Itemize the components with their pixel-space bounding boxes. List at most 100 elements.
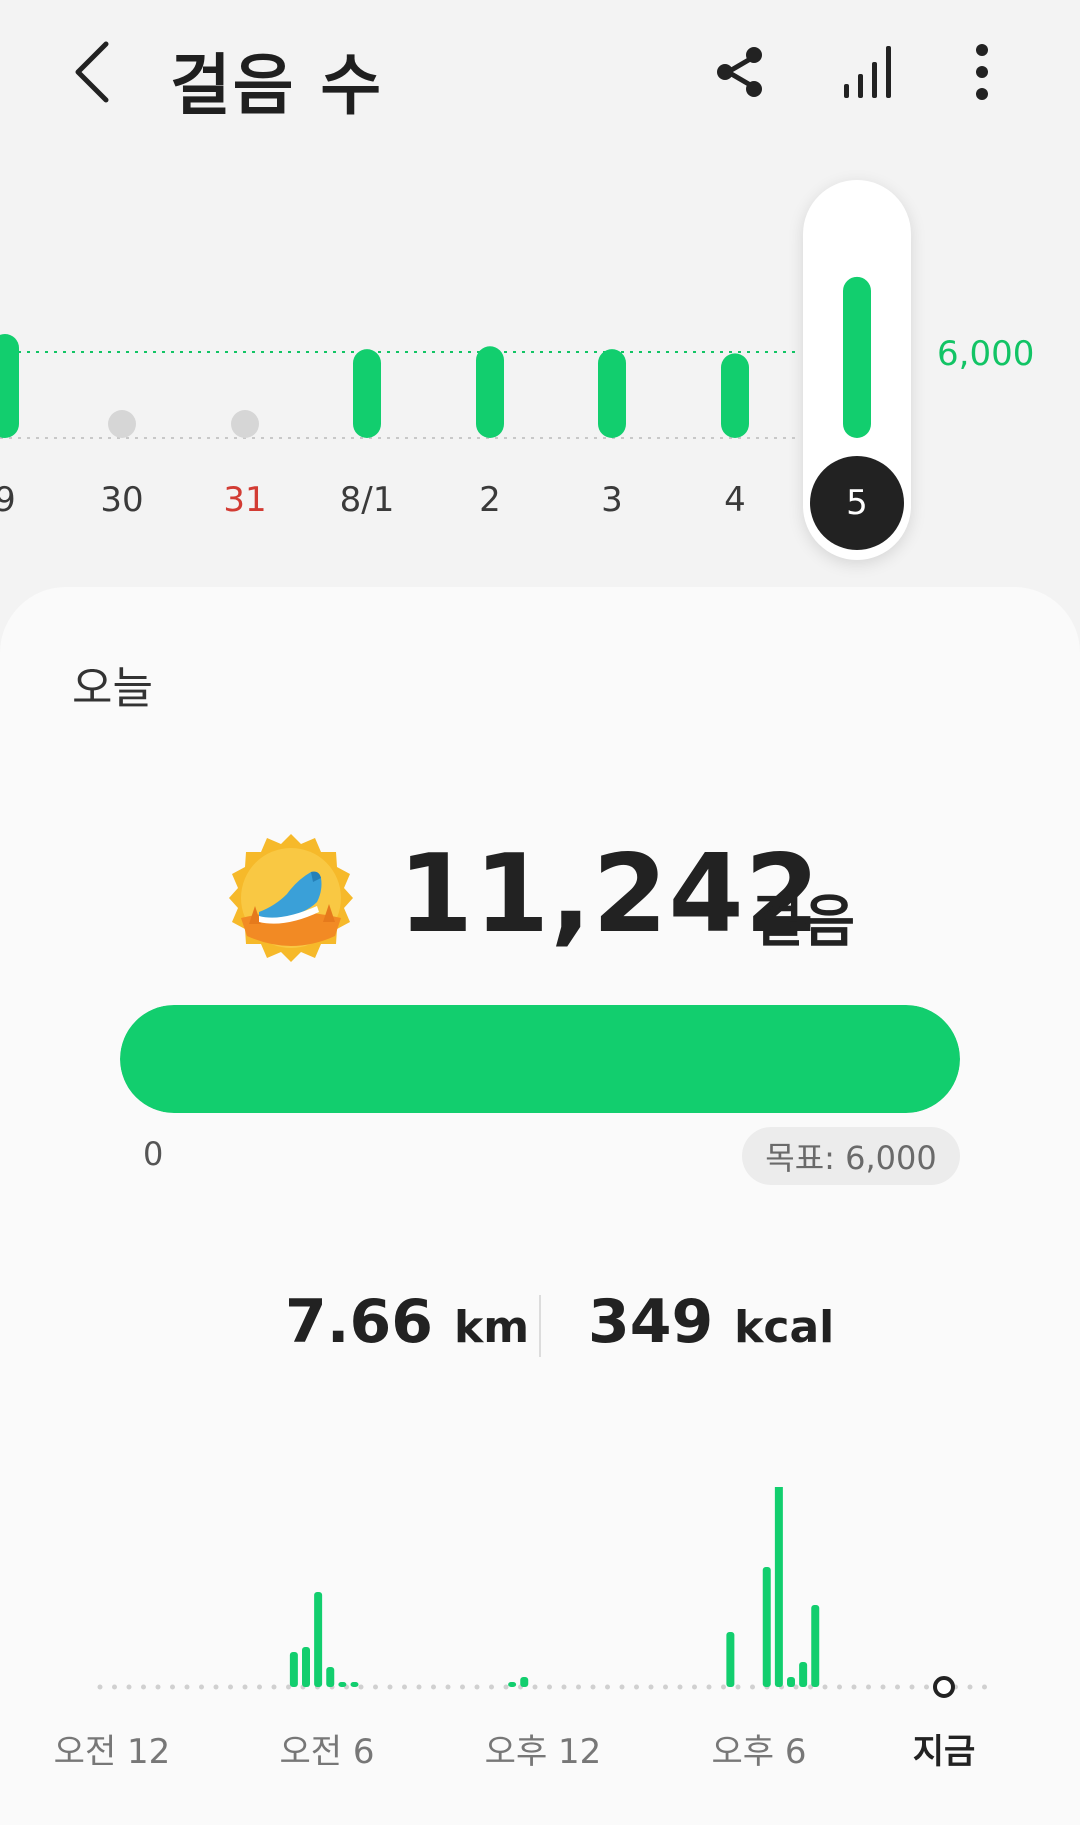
today-label: 오늘 [72,663,153,714]
hour-axis-dot [648,1684,654,1690]
now-marker [933,1676,955,1698]
hour-axis-dot [358,1684,364,1690]
day-label[interactable]: 8/1 [317,480,417,520]
hour-axis-dot [474,1684,480,1690]
day-label[interactable]: 3 [562,480,662,520]
hour-axis-dot [576,1684,581,1690]
hourly-chart-svg [97,1477,987,1698]
hour-bar [774,1477,783,1687]
hour-axis-dot [663,1684,668,1690]
day-label[interactable]: 4 [685,480,785,520]
hour-axis-dot [445,1684,451,1690]
hour-axis-dot [271,1684,277,1690]
hour-bar [762,1567,771,1687]
hour-bar [726,1632,735,1687]
share-button[interactable] [708,40,772,104]
hour-axis-dot [822,1684,828,1690]
hourly-steps-chart: 오전 12 오전 6 오후 12 오후 6 지금 [0,1477,1080,1825]
back-arrow-icon [75,41,109,103]
bar-chart-icon [844,46,891,98]
more-vertical-icon [976,44,988,100]
hour-bar [520,1677,529,1687]
hour-axis-dot [242,1684,248,1690]
hour-axis-dot [851,1684,857,1690]
hour-axis-label: 오전 12 [53,1732,171,1772]
calories-value: 349 [588,1287,714,1357]
app-header: 걸음 수 [0,0,1080,145]
hour-axis-dot [155,1684,161,1690]
hour-axis-dot [909,1684,915,1690]
hour-axis-dot [547,1684,552,1690]
day-label[interactable]: 30 [72,480,172,520]
distance-stat: 7.66 km [285,1287,529,1357]
hour-axis-label: 오후 6 [711,1732,807,1772]
stats-row: 7.66 km 349 kcal [0,1287,1080,1387]
goal-line-label: 6,000 [937,334,1035,374]
hour-axis-dot [895,1684,900,1690]
day-empty-dot [108,410,136,438]
running-shoe-medal-icon [229,834,353,962]
hour-axis-dot [489,1684,494,1690]
hour-axis-dot [416,1684,422,1690]
hour-axis-dot [460,1684,465,1690]
hour-axis-dot [634,1684,639,1690]
hour-axis-dot [213,1684,219,1690]
hour-axis-dot [866,1684,871,1690]
hour-axis-label: 지금 [912,1732,976,1772]
share-icon [717,47,762,97]
day-label[interactable]: 31 [195,480,295,520]
hour-axis-dot [735,1684,741,1690]
goal-progress-fill [120,1005,960,1113]
weekly-steps-chart: 6,000 9 30 31 8/1 2 3 4 5 [0,150,1080,570]
hour-axis-dot [199,1684,204,1690]
hour-axis-dot [837,1684,842,1690]
distance-value: 7.66 [285,1287,434,1357]
hour-axis-dot [387,1684,393,1690]
hour-axis-dot [402,1684,407,1690]
day-label[interactable]: 2 [440,480,540,520]
hour-axis-dot [561,1684,567,1690]
page-title: 걸음 수 [170,47,384,124]
hour-axis-dot [721,1684,726,1690]
hour-axis-dot [431,1684,436,1690]
hour-axis-dot [257,1684,262,1690]
hour-bar [289,1652,298,1687]
stats-button[interactable] [836,40,900,104]
hour-axis-dot [692,1684,697,1690]
hour-axis-dot [880,1684,886,1690]
hour-axis-dot [706,1684,712,1690]
more-options-button[interactable] [950,40,1014,104]
goal-chip[interactable]: 목표: 6,000 [742,1127,960,1185]
hour-axis-dot [141,1684,146,1690]
progress-min-label: 0 [143,1135,164,1173]
hour-axis-label: 오후 12 [484,1732,602,1772]
hour-bar [314,1592,323,1687]
today-card: 오늘 11,242 걸음 0 목표: 6,000 7.66 km 349 kca… [0,587,1080,1825]
hour-axis-dot [228,1684,233,1690]
steps-unit: 걸음 [752,890,856,955]
hour-axis-dot [619,1684,625,1690]
hour-axis-dot [677,1684,683,1690]
day-label-selected[interactable]: 5 [810,456,904,550]
hour-axis-dot [532,1684,538,1690]
hour-axis-label: 오전 6 [279,1732,375,1772]
hour-axis-dot [112,1684,117,1690]
hour-bar [787,1677,795,1687]
hour-axis-dot [184,1684,190,1690]
hour-axis-dot [590,1684,596,1690]
hour-bar [811,1605,820,1687]
hour-axis-dot [97,1684,103,1690]
hour-axis-dot [126,1684,132,1690]
day-label[interactable]: 9 [0,480,55,520]
hour-axis-dot [750,1684,755,1690]
hour-axis-dot [503,1684,509,1690]
calories-stat: 349 kcal [588,1287,834,1357]
hour-axis-dot [170,1684,175,1690]
hour-axis-dot [967,1684,973,1690]
hour-bar [508,1682,517,1687]
hour-bar [302,1647,310,1687]
hour-bar [799,1662,808,1687]
back-button[interactable] [62,30,126,114]
stat-divider [539,1295,541,1357]
hour-axis-dot [924,1684,929,1690]
